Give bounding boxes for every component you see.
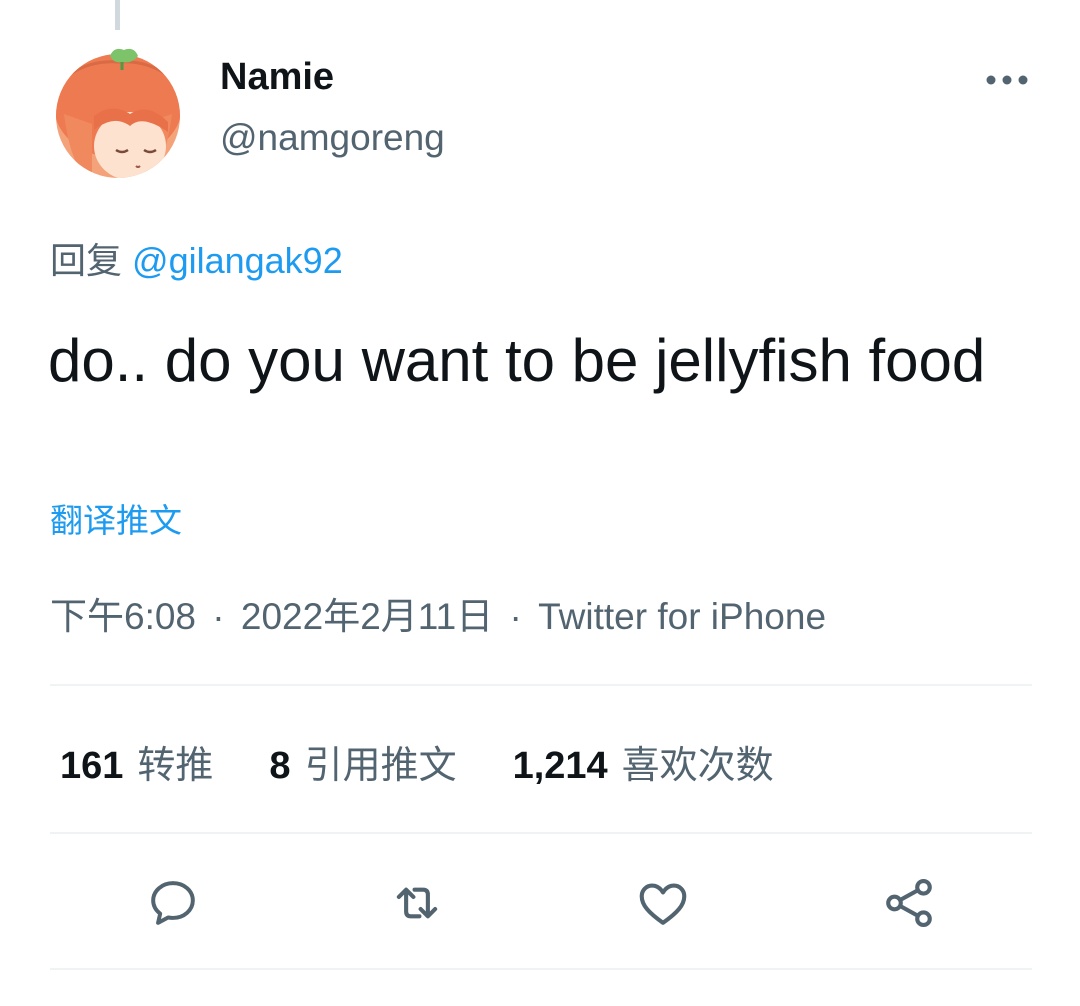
reply-prefix: 回复 bbox=[50, 240, 123, 281]
tweet-date[interactable]: 2022年2月11日 bbox=[241, 596, 493, 637]
quote-count-stat[interactable]: 8 引用推文 bbox=[269, 734, 456, 789]
divider bbox=[50, 684, 1032, 686]
reply-button[interactable] bbox=[138, 868, 208, 938]
tweet-metadata: 下午6:08 · 2022年2月11日 · Twitter for iPhone bbox=[50, 586, 826, 640]
heart-icon bbox=[639, 883, 687, 925]
more-horizontal-icon bbox=[986, 75, 1028, 85]
meta-separator: · bbox=[212, 596, 225, 637]
tweet-text: do.. do you want to be jellyfish food bbox=[48, 327, 986, 394]
author-handle[interactable]: @namgoreng bbox=[220, 117, 445, 159]
meta-separator: · bbox=[509, 596, 522, 637]
tweet-time[interactable]: 下午6:08 bbox=[50, 596, 196, 637]
stat-label: 转推 bbox=[137, 744, 214, 787]
divider bbox=[50, 832, 1032, 834]
stat-count: 8 bbox=[269, 744, 291, 787]
reply-mention-link[interactable]: @gilangak92 bbox=[132, 240, 343, 281]
stat-count: 1,214 bbox=[512, 744, 608, 787]
engagement-stats: 161 转推 8 引用推文 1,214 喜欢次数 bbox=[60, 734, 830, 788]
avatar-image bbox=[56, 48, 180, 178]
share-button[interactable] bbox=[874, 868, 944, 938]
thread-connector-line bbox=[115, 0, 120, 30]
translate-tweet-link[interactable]: 翻译推文 bbox=[50, 494, 182, 542]
reply-context: 回复 @gilangak92 bbox=[50, 232, 343, 284]
retweet-count-stat[interactable]: 161 转推 bbox=[60, 734, 213, 789]
avatar[interactable] bbox=[52, 44, 184, 180]
stat-label: 引用推文 bbox=[304, 744, 457, 787]
tweet-action-bar bbox=[0, 868, 1080, 938]
retweet-button[interactable] bbox=[382, 868, 452, 938]
reply-icon bbox=[151, 881, 195, 925]
retweet-icon bbox=[396, 887, 438, 919]
like-button[interactable] bbox=[628, 868, 698, 938]
more-options-button[interactable] bbox=[980, 62, 1034, 98]
stat-count: 161 bbox=[60, 744, 124, 787]
author-name[interactable]: Namie bbox=[220, 56, 334, 99]
divider bbox=[50, 968, 1032, 970]
tweet-detail-page: Namie @namgoreng 回复 @gilangak92 do.. do … bbox=[0, 0, 1080, 1006]
share-icon bbox=[886, 878, 932, 928]
tweet-source[interactable]: Twitter for iPhone bbox=[538, 596, 826, 637]
stat-label: 喜欢次数 bbox=[621, 744, 774, 787]
like-count-stat[interactable]: 1,214 喜欢次数 bbox=[513, 734, 774, 789]
